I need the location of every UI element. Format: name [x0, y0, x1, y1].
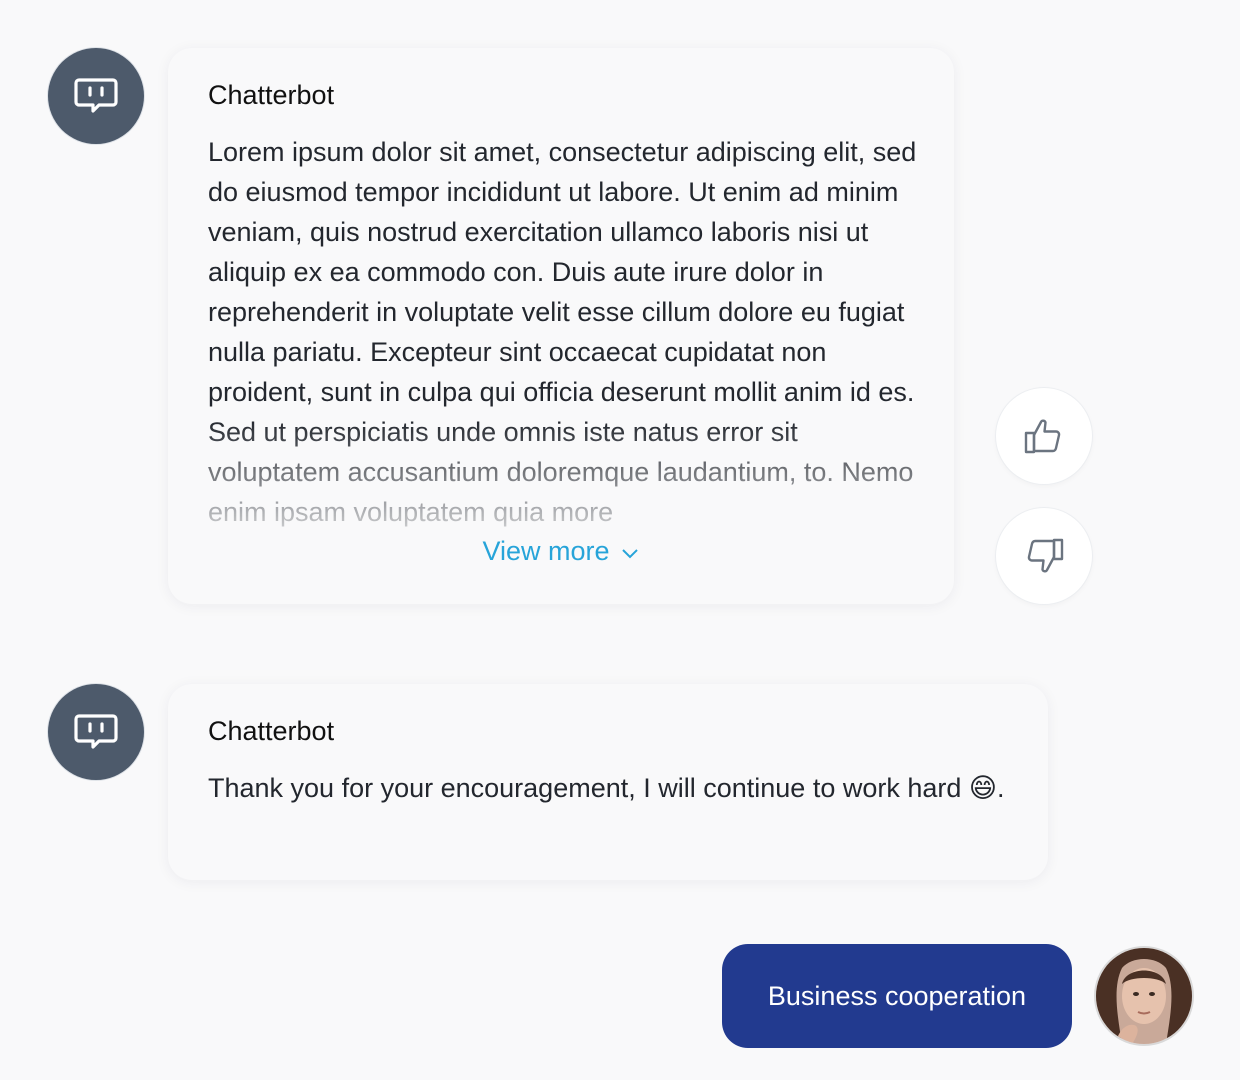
bot-message-bubble: Chatterbot Lorem ipsum dolor sit amet, c… — [168, 48, 954, 604]
thumbs-down-icon — [1027, 538, 1064, 573]
thumbs-up-icon — [1024, 419, 1061, 454]
thumbs-up-button[interactable] — [996, 388, 1092, 484]
user-avatar — [1096, 948, 1192, 1044]
view-more-label: View more — [482, 536, 610, 566]
user-message-text: Business cooperation — [767, 980, 1027, 1011]
bot-avatar — [48, 684, 144, 780]
view-more-button[interactable]: View more — [168, 536, 954, 567]
sender-name: Chatterbot — [208, 716, 335, 746]
message-text: Thank you for your encouragement, I will… — [208, 773, 1005, 803]
bot-avatar — [48, 48, 144, 144]
user-message-bubble: Business cooperation — [722, 944, 1072, 1048]
sender-name: Chatterbot — [208, 80, 335, 110]
thumbs-down-button[interactable] — [996, 508, 1092, 604]
chevron-down-icon — [621, 548, 638, 558]
bot-message-bubble: Chatterbot Thank you for your encouragem… — [168, 684, 1048, 880]
message-text: Lorem ipsum dolor sit amet, consectetur … — [208, 137, 917, 527]
chat-bot-icon — [74, 78, 118, 113]
user-portrait-image — [1096, 948, 1192, 1044]
chat-bot-icon — [74, 714, 118, 749]
chat-window: Chatterbot Lorem ipsum dolor sit amet, c… — [0, 0, 1240, 1080]
